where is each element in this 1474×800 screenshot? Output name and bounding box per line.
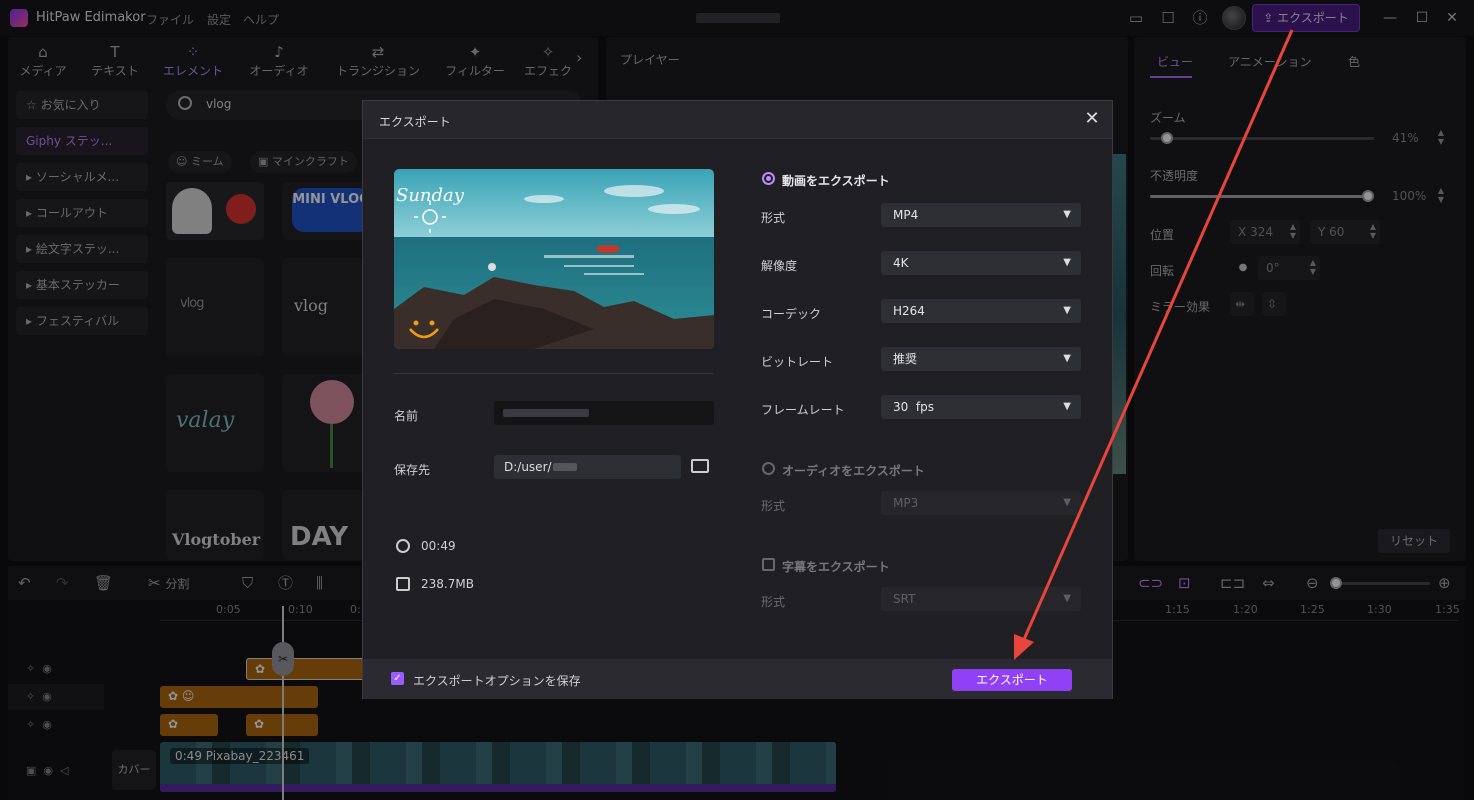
resolution-label: 解像度 <box>761 259 798 273</box>
chevron-down-icon: ▼ <box>1063 305 1071 316</box>
chevron-down-icon: ▼ <box>1063 401 1071 412</box>
save-options-label: エクスポートオプションを保存 <box>413 674 581 688</box>
name-label: 名前 <box>394 409 419 423</box>
file-size-value: 238.7MB <box>421 577 474 591</box>
chevron-down-icon: ▼ <box>1063 257 1071 268</box>
folder-icon[interactable] <box>691 459 709 473</box>
chevron-down-icon: ▼ <box>1063 593 1071 604</box>
dialog-header: エクスポート <box>363 101 1112 139</box>
bitrate-label: ビットレート <box>761 355 834 369</box>
chevron-down-icon: ▼ <box>1063 497 1071 508</box>
audio-export-label: オーディオをエクスポート <box>782 464 925 478</box>
format-label: 形式 <box>761 211 786 225</box>
close-icon[interactable]: ✕ <box>1082 109 1102 129</box>
framerate-select[interactable]: 30 fps ▼ <box>881 395 1081 419</box>
audio-format-select[interactable]: MP3 ▼ <box>881 491 1081 515</box>
export-button[interactable]: エクスポート <box>952 669 1072 691</box>
divider <box>394 373 714 374</box>
export-dialog: エクスポート ✕ Sunday 名前 保存先 D:/user/ 00:49 23… <box>362 100 1113 699</box>
subtitle-export-label: 字幕をエクスポート <box>782 560 890 574</box>
save-options-checkbox[interactable]: ✓ <box>391 672 404 685</box>
subtitle-format-label: 形式 <box>761 595 786 609</box>
save-location-input[interactable]: D:/user/ <box>494 455 681 479</box>
codec-select[interactable]: H264 ▼ <box>881 299 1081 323</box>
file-size-icon <box>396 577 410 591</box>
chevron-down-icon: ▼ <box>1063 353 1071 364</box>
video-export-radio[interactable] <box>762 172 775 185</box>
subtitle-export-checkbox[interactable] <box>762 558 775 571</box>
video-export-label: 動画をエクスポート <box>782 174 890 188</box>
clock-icon <box>396 539 410 553</box>
audio-export-radio[interactable] <box>762 462 775 475</box>
bitrate-select[interactable]: 推奨 ▼ <box>881 347 1081 371</box>
name-redacted <box>503 409 589 417</box>
codec-label: コーデック <box>761 307 822 321</box>
duration-value: 00:49 <box>421 539 456 553</box>
format-select[interactable]: MP4 ▼ <box>881 203 1081 227</box>
save-location-label: 保存先 <box>394 463 431 477</box>
framerate-label: フレームレート <box>761 403 845 417</box>
chevron-down-icon: ▼ <box>1063 209 1071 220</box>
audio-format-label: 形式 <box>761 499 786 513</box>
subtitle-format-select[interactable]: SRT ▼ <box>881 587 1081 611</box>
dialog-title: エクスポート <box>379 115 451 129</box>
resolution-select[interactable]: 4K ▼ <box>881 251 1081 275</box>
path-redacted <box>553 463 577 471</box>
export-preview-thumbnail: Sunday <box>394 169 714 349</box>
